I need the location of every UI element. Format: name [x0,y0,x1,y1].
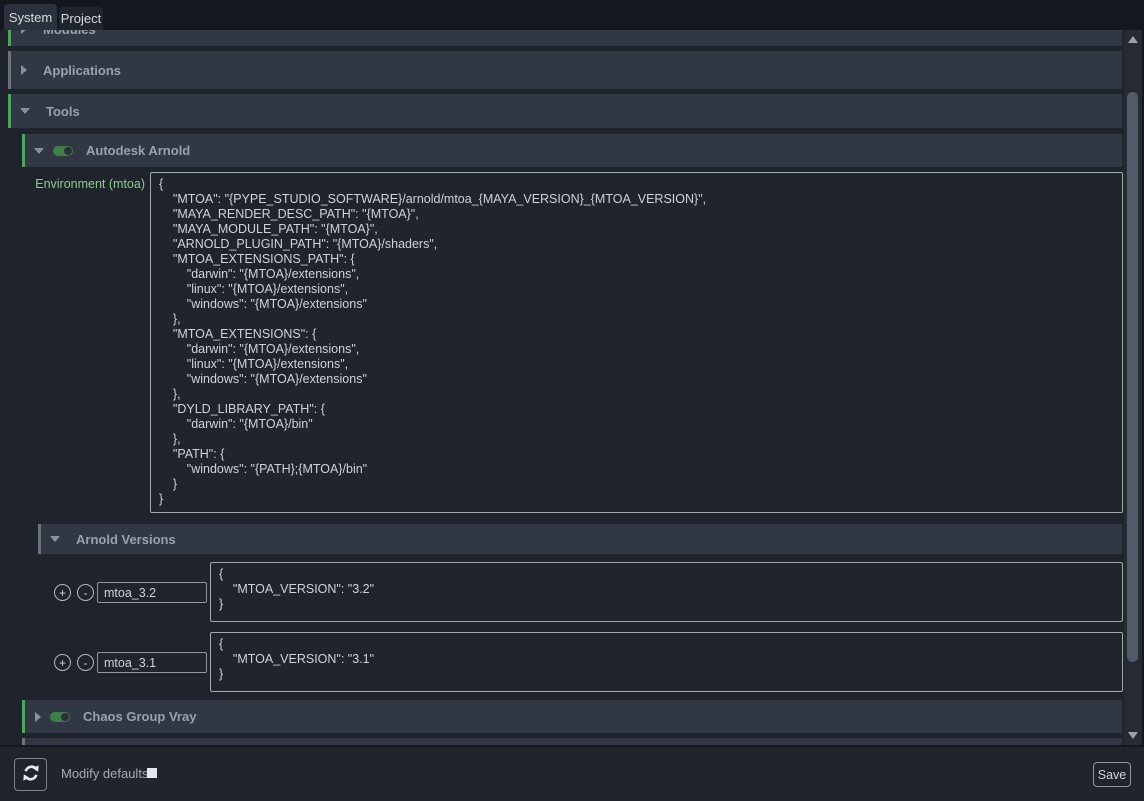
section-header-modules[interactable]: Modules [8,30,1122,46]
section-title: Chaos Group Vray [83,709,196,724]
tab-bar: System Project [0,0,1144,30]
scrollbar-thumb[interactable] [1127,92,1138,662]
modify-defaults-checkbox[interactable] [147,768,157,778]
scroll-up-arrow-icon[interactable] [1128,36,1138,43]
settings-window: System Project Modules Applications Tool… [0,0,1144,801]
toggle-knob [61,713,69,721]
section-header-chaos-group-vray[interactable]: Chaos Group Vray [22,700,1122,733]
section-title: Applications [43,63,121,78]
environment-mtoa-textarea[interactable]: { "MTOA": "{PYPE_STUDIO_SOFTWARE}/arnold… [150,172,1123,513]
vertical-scrollbar[interactable] [1124,30,1142,745]
chevron-right-icon [21,30,27,34]
remove-version-button[interactable]: - [77,654,94,671]
modify-defaults-label: Modify defaults [61,766,148,781]
section-header-arnold-versions[interactable]: Arnold Versions [38,524,1122,554]
scroll-down-arrow-icon[interactable] [1128,732,1138,739]
settings-scroll-area: Modules Applications Tools Autodesk Arno… [0,30,1125,745]
chevron-down-icon [20,108,30,114]
enabled-toggle[interactable] [53,146,73,156]
version-key-input[interactable] [97,582,207,603]
section-title: Tools [46,104,80,119]
section-header-autodesk-arnold[interactable]: Autodesk Arnold [22,134,1122,167]
section-header-applications[interactable]: Applications [8,51,1122,89]
chevron-down-icon [34,148,44,154]
section-title: Autodesk Arnold [86,143,190,158]
add-version-button[interactable]: + [54,584,71,601]
remove-version-button[interactable]: - [77,584,94,601]
footer-bar: Modify defaults Save [0,745,1144,801]
section-header-tools[interactable]: Tools [8,94,1122,128]
version-value-textarea[interactable]: { "MTOA_VERSION": "3.1" } [210,632,1123,692]
chevron-right-icon [21,65,27,75]
save-button[interactable]: Save [1093,762,1131,787]
refresh-icon [21,763,41,786]
add-version-button[interactable]: + [54,654,71,671]
chevron-down-icon [50,536,60,542]
refresh-button[interactable] [14,758,47,791]
chevron-right-icon [35,712,41,722]
version-key-input[interactable] [97,652,207,673]
section-title: Arnold Versions [76,532,176,547]
toggle-knob [64,147,72,155]
tab-system[interactable]: System [4,4,57,30]
tab-project[interactable]: Project [59,7,103,30]
enabled-toggle[interactable] [50,712,70,722]
environment-mtoa-label: Environment (mtoa) [8,177,145,191]
section-header-partial[interactable] [22,738,1122,745]
section-title: Modules [43,30,96,37]
version-value-textarea[interactable]: { "MTOA_VERSION": "3.2" } [210,562,1123,622]
